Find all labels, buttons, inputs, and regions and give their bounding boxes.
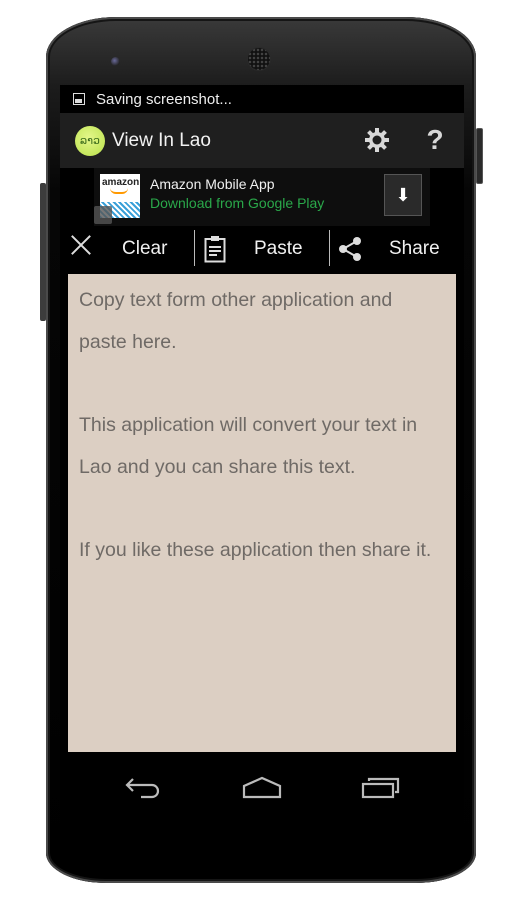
ad-info-icon[interactable] xyxy=(94,206,112,224)
text-input-area[interactable]: Copy text form other application and pas… xyxy=(68,274,456,752)
home-icon xyxy=(242,776,282,799)
ad-subtitle: Download from Google Play xyxy=(150,195,325,211)
clear-button[interactable]: Clear xyxy=(60,226,190,272)
clear-label: Clear xyxy=(122,238,168,259)
download-arrow-icon: ⬇ xyxy=(395,184,411,206)
close-icon xyxy=(70,234,92,256)
help-icon: ? xyxy=(426,124,444,155)
app-logo: ລາວ xyxy=(75,125,105,156)
back-icon xyxy=(125,778,160,799)
share-label: Share xyxy=(389,238,440,259)
ad-icon-brand: amazon xyxy=(102,177,140,188)
ad-banner[interactable]: amazon Amazon Mobile App Download from G… xyxy=(60,168,464,226)
home-button[interactable] xyxy=(242,776,282,805)
navigation-bar xyxy=(60,752,464,827)
toolbar-divider xyxy=(329,230,330,266)
gear-icon xyxy=(365,128,389,152)
app-title: View In Lao xyxy=(112,129,211,151)
edit-toolbar: Clear Paste Share xyxy=(60,226,464,272)
power-button xyxy=(476,128,483,184)
status-notification-text: Saving screenshot... xyxy=(96,90,232,108)
status-bar: Saving screenshot... xyxy=(60,85,464,113)
settings-button[interactable] xyxy=(364,127,390,153)
front-camera xyxy=(111,57,120,66)
phone-screen: Saving screenshot... ລາວ View In Lao ? a… xyxy=(60,85,464,827)
help-button[interactable]: ? xyxy=(425,124,445,156)
back-button[interactable] xyxy=(124,776,162,805)
ad-download-button[interactable]: ⬇ xyxy=(384,174,422,216)
app-logo-text: ລາວ xyxy=(79,134,101,147)
content-paragraph: Copy text form other application and pas… xyxy=(79,289,393,353)
action-bar: ລາວ View In Lao ? xyxy=(60,113,464,168)
recents-icon xyxy=(361,777,400,799)
content-paragraph: If you like these application then share… xyxy=(79,539,432,561)
amazon-smile-icon xyxy=(110,188,128,194)
share-icon xyxy=(339,237,361,261)
ad-content[interactable]: amazon Amazon Mobile App Download from G… xyxy=(94,168,430,226)
clipboard-icon xyxy=(204,236,226,263)
image-icon xyxy=(73,93,85,105)
share-button[interactable]: Share xyxy=(331,226,464,272)
earpiece-speaker xyxy=(248,48,270,70)
recents-button[interactable] xyxy=(361,776,401,805)
content-paragraph: This application will convert your text … xyxy=(79,414,418,478)
paste-button[interactable]: Paste xyxy=(196,226,328,272)
toolbar-divider xyxy=(194,230,195,266)
paste-label: Paste xyxy=(254,238,303,259)
ad-title: Amazon Mobile App xyxy=(150,176,275,192)
